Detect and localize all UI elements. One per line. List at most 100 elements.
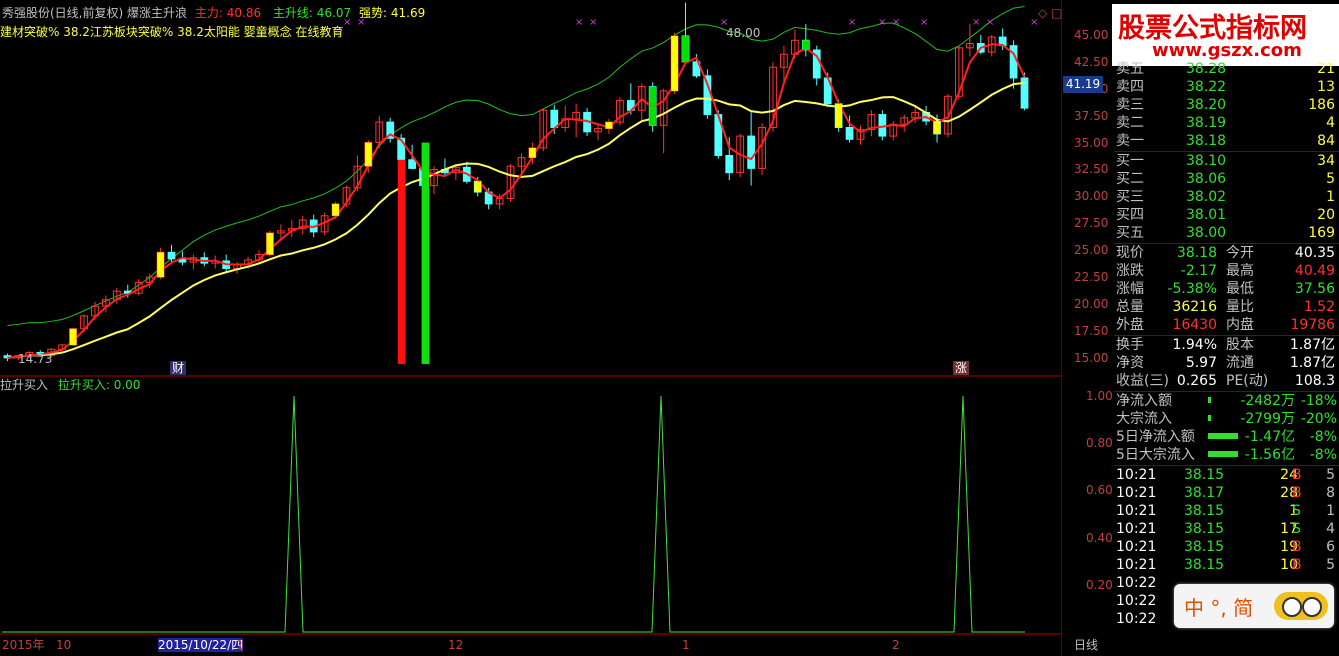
quote-value: 40.35 (1294, 245, 1335, 261)
indicator-name: 爆涨主升浪 (127, 6, 188, 20)
tick-row[interactable]: 10:21 38.15 19 B 6 (1114, 538, 1339, 556)
ime-toolbar[interactable]: 中 °, 简 (1174, 584, 1334, 628)
fundamental-label: PE(动) (1226, 373, 1269, 389)
tick-side: S (1292, 521, 1301, 537)
bid-row[interactable]: 买三 38.02 1 (1114, 188, 1339, 206)
ime-text[interactable]: 中 °, 简 (1184, 592, 1253, 621)
quote-label: 涨幅 (1116, 281, 1144, 297)
indicator-axis-tick: 0.20 (1086, 577, 1113, 592)
ask-row[interactable]: 卖一 38.18 84 (1114, 132, 1339, 150)
price-axis-tick: 35.00 (1074, 135, 1109, 150)
tick-time: 10:21 (1116, 521, 1157, 537)
time-axis-year: 2015年 (2, 638, 45, 652)
candle-body (167, 251, 176, 260)
ask-price: 38.18 (1186, 133, 1227, 149)
tick-price: 38.15 (1184, 557, 1225, 573)
bid-row[interactable]: 买一 38.10 34 (1114, 152, 1339, 170)
fundamental-row[interactable]: 换手 1.94% 股本 1.87亿 (1114, 336, 1339, 354)
ask-price: 38.19 (1186, 115, 1227, 131)
fundamental-row[interactable]: 净资 5.97 流通 1.87亿 (1114, 354, 1339, 372)
bid-price: 38.02 (1186, 189, 1227, 205)
fundamental-value: 1.87亿 (1289, 355, 1335, 371)
candle-body (550, 109, 559, 128)
bid-price: 38.06 (1186, 171, 1227, 187)
period-selector[interactable]: 日线 (1074, 638, 1098, 652)
main-force-label: 主力: (194, 6, 223, 20)
ask-row[interactable]: 卖二 38.19 4 (1114, 114, 1339, 132)
tick-side: B (1292, 539, 1302, 555)
tick-count: 5 (1326, 467, 1335, 483)
quote-label: 总量 (1116, 299, 1144, 315)
yellow-signal-bar (332, 203, 339, 216)
finance-marker[interactable]: 财 (170, 361, 187, 375)
money-flow-row[interactable]: 5日净流入额 -1.47亿 -8% (1114, 428, 1339, 446)
bid-row[interactable]: 买二 38.06 5 (1114, 170, 1339, 188)
money-flow-row[interactable]: 大宗流入 -2799万 -20% (1114, 410, 1339, 428)
money-flow-row[interactable]: 5日大宗流入 -1.56亿 -8% (1114, 446, 1339, 464)
green-signal-bar (682, 35, 689, 62)
green-signal-bar (649, 86, 657, 126)
quote-row[interactable]: 总量 36216 量比 1.52 (1114, 298, 1339, 316)
magenta-marker: × (986, 17, 994, 28)
quote-value: -5.38% (1167, 281, 1217, 297)
quote-row[interactable]: 涨跌 -2.17 最高 40.49 (1114, 262, 1339, 280)
quote-value: 36216 (1172, 299, 1217, 315)
fundamental-label: 换手 (1116, 337, 1144, 353)
tick-row[interactable]: 10:21 38.15 17 S 4 (1114, 520, 1339, 538)
fundamental-value: 108.3 (1294, 373, 1335, 389)
tick-row[interactable]: 10:21 38.15 1 S 1 (1114, 502, 1339, 520)
time-axis-label: 1 (682, 638, 690, 652)
fundamental-label: 流通 (1226, 355, 1254, 371)
fundamental-label: 股本 (1226, 337, 1254, 353)
bid-volume: 5 (1326, 171, 1335, 187)
price-axis-tick: 20.00 (1074, 297, 1109, 312)
green-signal-bar (802, 40, 810, 50)
quote-row[interactable]: 外盘 16430 内盘 19786 (1114, 316, 1339, 334)
fundamental-value: 1.87亿 (1289, 337, 1335, 353)
bid-row[interactable]: 买五 38.00 169 (1114, 224, 1339, 242)
yellow-signal-bar (835, 103, 843, 128)
bid-volume: 20 (1317, 207, 1335, 223)
ask-volume: 21 (1317, 61, 1335, 77)
magenta-marker: × (878, 17, 886, 28)
flow-value: -1.56亿 (1244, 447, 1295, 463)
ask-row[interactable]: 卖四 38.22 13 (1114, 78, 1339, 96)
candle-body (845, 126, 854, 140)
tick-time: 10:21 (1116, 557, 1157, 573)
tick-row[interactable]: 10:21 38.15 10 B 5 (1114, 556, 1339, 574)
kline-chart-area[interactable]: × × × × × × × × × × × × (0, 0, 1062, 656)
tick-row[interactable]: 10:21 38.17 28 B 8 (1114, 484, 1339, 502)
candle-body (725, 154, 734, 174)
ask-row[interactable]: 卖五 38.28 21 (1114, 60, 1339, 78)
lower-indicator-value: 0.00 (113, 378, 141, 392)
kline-chart[interactable]: × × × × × × × × × × × × (0, 0, 1062, 656)
bid-label: 买五 (1116, 225, 1144, 241)
flow-percent: -20% (1300, 411, 1337, 427)
tick-time: 10:22 (1116, 575, 1157, 591)
flow-bar (1208, 415, 1211, 421)
yellow-signal-bar (529, 147, 536, 158)
fundamental-row[interactable]: 收益(三) 0.265 PE(动) 108.3 (1114, 372, 1339, 390)
tick-row[interactable]: 10:21 38.15 24 B 5 (1114, 466, 1339, 484)
bid-price: 38.00 (1186, 225, 1227, 241)
flow-bar (1208, 451, 1238, 457)
lower-indicator-row: 拉升买入 拉升买入: 0.00 (0, 378, 140, 392)
tick-count: 5 (1326, 557, 1335, 573)
yellow-signal-bar (933, 121, 941, 134)
ask-row[interactable]: 卖三 38.20 186 (1114, 96, 1339, 114)
quote-value: 38.18 (1176, 245, 1217, 261)
red-signal-column (397, 159, 406, 364)
yellow-signal-bar (605, 122, 613, 129)
quote-row[interactable]: 现价 38.18 今开 40.35 (1114, 244, 1339, 262)
bid-row[interactable]: 买四 38.01 20 (1114, 206, 1339, 224)
quote-row[interactable]: 涨幅 -5.38% 最低 37.56 (1114, 280, 1339, 298)
flow-value: -2482万 (1240, 393, 1295, 409)
window-mode-icons[interactable]: ◇ □ (1038, 6, 1062, 20)
limit-up-marker[interactable]: 涨 (953, 361, 970, 375)
ask-price: 38.28 (1186, 61, 1227, 77)
money-flow-row[interactable]: 净流入额 -2482万 -18% (1114, 392, 1339, 410)
magenta-marker: × (892, 17, 900, 28)
yellow-signal-bar (671, 35, 678, 91)
ma-red-line (7, 43, 1026, 359)
magenta-marker: × (920, 17, 928, 28)
